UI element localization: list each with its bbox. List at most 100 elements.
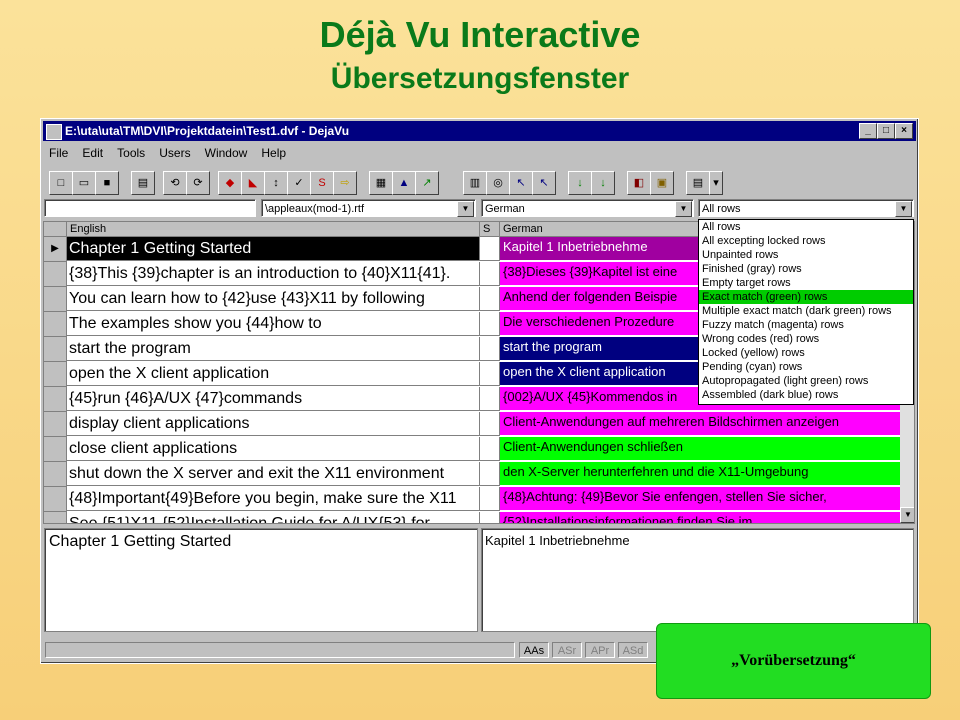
settings-icon[interactable]: ▤ <box>686 171 710 195</box>
filter-option[interactable]: All rows <box>699 220 913 234</box>
source-cell[interactable]: start the program <box>67 337 480 361</box>
filter-option[interactable]: Unpainted rows <box>699 248 913 262</box>
new-icon[interactable]: □ <box>49 171 73 195</box>
target-cell[interactable]: den X-Server herunterfehren und die X11-… <box>500 462 900 486</box>
source-cell[interactable]: Chapter 1 Getting Started <box>67 237 480 261</box>
menu-window[interactable]: Window <box>199 143 253 160</box>
menu-file[interactable]: File <box>43 143 73 160</box>
books-icon[interactable]: ▣ <box>650 171 674 195</box>
column-header-s[interactable]: S <box>480 222 500 237</box>
chevron-down-icon[interactable]: ▾ <box>709 171 723 195</box>
source-cell[interactable]: open the X client application <box>67 362 480 386</box>
row-selector[interactable] <box>44 287 67 312</box>
source-cell[interactable]: See {51}X11 {52}Installation Guide for A… <box>67 512 480 523</box>
source-cell[interactable]: display client applications <box>67 412 480 436</box>
binoculars-icon[interactable]: ◎ <box>486 171 510 195</box>
status-cell <box>480 237 500 261</box>
lookup-icon[interactable]: ▥ <box>463 171 487 195</box>
row-selector[interactable]: ▶ <box>44 237 67 262</box>
target-edit-pane[interactable]: Kapitel 1 Inbetriebnehme <box>481 528 914 632</box>
row-selector[interactable] <box>44 337 67 362</box>
menu-users[interactable]: Users <box>153 143 195 160</box>
minimize-button[interactable]: _ <box>859 123 877 139</box>
filter-option[interactable]: Finished (gray) rows <box>699 262 913 276</box>
source-cell[interactable]: shut down the X server and exit the X11 … <box>67 462 480 486</box>
file-selector[interactable]: \appleaux(mod-1).rtf ▼ <box>261 199 476 217</box>
filter-option[interactable]: Fuzzy match (magenta) rows <box>699 318 913 332</box>
arrow-up-left-2-icon[interactable]: ↖ <box>532 171 556 195</box>
status-asr[interactable]: ASr <box>552 642 582 658</box>
row-selector[interactable] <box>44 437 67 462</box>
filter-option[interactable]: Wrong codes (red) rows <box>699 332 913 346</box>
filter-option[interactable]: Pending (cyan) rows <box>699 360 913 374</box>
arrow-up-left-icon[interactable]: ↖ <box>509 171 533 195</box>
target-cell[interactable]: Client-Anwendungen schließen <box>500 437 900 461</box>
filter-option[interactable]: Autopropagated (light green) rows <box>699 374 913 388</box>
preview-icon[interactable]: ▦ <box>369 171 393 195</box>
book-icon[interactable]: ◧ <box>627 171 651 195</box>
row-selector[interactable] <box>44 487 67 512</box>
table-row[interactable]: display client applications Client-Anwend… <box>44 412 914 437</box>
row-selector[interactable] <box>44 512 67 523</box>
source-edit-pane[interactable]: Chapter 1 Getting Started <box>44 528 478 632</box>
filter-option[interactable]: Multiple exact match (dark green) rows <box>699 304 913 318</box>
properties-icon[interactable]: ▤ <box>131 171 155 195</box>
menu-edit[interactable]: Edit <box>76 143 108 160</box>
red-triangle-icon[interactable]: ◣ <box>241 171 265 195</box>
hat-icon[interactable]: ▲ <box>392 171 416 195</box>
source-cell[interactable]: close client applications <box>67 437 480 461</box>
chevron-down-icon[interactable]: ▼ <box>457 201 474 217</box>
filter-option[interactable]: Locked (yellow) rows <box>699 346 913 360</box>
source-cell[interactable]: {38}This {39}chapter is an introduction … <box>67 262 480 286</box>
target-cell[interactable]: Client-Anwendungen auf mehreren Bildschi… <box>500 412 900 436</box>
arrow-down-2-icon[interactable]: ↓ <box>591 171 615 195</box>
import-icon[interactable]: ⟲ <box>163 171 187 195</box>
row-selector[interactable] <box>44 462 67 487</box>
spellcheck-icon[interactable]: ✓ <box>287 171 311 195</box>
table-row[interactable]: {48}Important{49}Before you begin, make … <box>44 487 914 512</box>
source-cell[interactable]: The examples show you {44}how to <box>67 312 480 336</box>
slide-title: Déjà Vu Interactive <box>319 14 641 55</box>
scroll-down-icon[interactable]: ▼ <box>900 507 914 523</box>
open-icon[interactable]: ▭ <box>72 171 96 195</box>
sort-az-icon[interactable]: ↕ <box>264 171 288 195</box>
table-row[interactable]: See {51}X11 {52}Installation Guide for A… <box>44 512 914 523</box>
chevron-down-icon[interactable]: ▼ <box>895 201 912 217</box>
status-aas[interactable]: AAs <box>519 642 549 658</box>
source-cell[interactable]: {45}run {46}A/UX {47}commands <box>67 387 480 411</box>
filter-selector[interactable]: All rows ▼ <box>698 199 914 217</box>
search-replace-icon[interactable]: S <box>310 171 334 195</box>
check-arrow-icon[interactable]: ↗ <box>415 171 439 195</box>
source-cell[interactable]: You can learn how to {42}use {43}X11 by … <box>67 287 480 311</box>
row-selector[interactable] <box>44 387 67 412</box>
open-folder-icon[interactable]: ■ <box>95 171 119 195</box>
column-header-source[interactable]: English <box>67 222 480 237</box>
filter-option[interactable]: All excepting locked rows <box>699 234 913 248</box>
filter-option[interactable]: Exact match (green) rows <box>699 290 913 304</box>
red-blue-icon[interactable]: ◆ <box>218 171 242 195</box>
chevron-down-icon[interactable]: ▼ <box>675 201 692 217</box>
table-row[interactable]: shut down the X server and exit the X11 … <box>44 462 914 487</box>
row-selector[interactable] <box>44 312 67 337</box>
close-button[interactable]: × <box>895 123 913 139</box>
target-cell[interactable]: {48}Achtung: {49}Bevor Sie enfengen, ste… <box>500 487 900 511</box>
row-selector[interactable] <box>44 412 67 437</box>
menu-tools[interactable]: Tools <box>111 143 150 160</box>
arrow-down-icon[interactable]: ↓ <box>568 171 592 195</box>
export-icon[interactable]: ⟳ <box>186 171 210 195</box>
status-apr[interactable]: APr <box>585 642 615 658</box>
filter-option[interactable]: Assembled (dark blue) rows <box>699 388 913 402</box>
row-selector[interactable] <box>44 262 67 287</box>
maximize-button[interactable]: □ <box>877 123 895 139</box>
source-cell[interactable]: {48}Important{49}Before you begin, make … <box>67 487 480 511</box>
target-cell[interactable]: {52}Installationsinformationen finden Si… <box>500 512 900 523</box>
status-asd[interactable]: ASd <box>618 642 648 658</box>
next-arrow-icon[interactable]: ⇨ <box>333 171 357 195</box>
dejavu-window: E:\uta\uta\TM\DVI\Projektdatein\Test1.dv… <box>40 118 919 664</box>
blank-field[interactable] <box>44 199 256 217</box>
row-selector[interactable] <box>44 362 67 387</box>
language-selector[interactable]: German ▼ <box>481 199 694 217</box>
menu-help[interactable]: Help <box>255 143 291 160</box>
table-row[interactable]: close client applications Client-Anwendun… <box>44 437 914 462</box>
filter-option[interactable]: Empty target rows <box>699 276 913 290</box>
